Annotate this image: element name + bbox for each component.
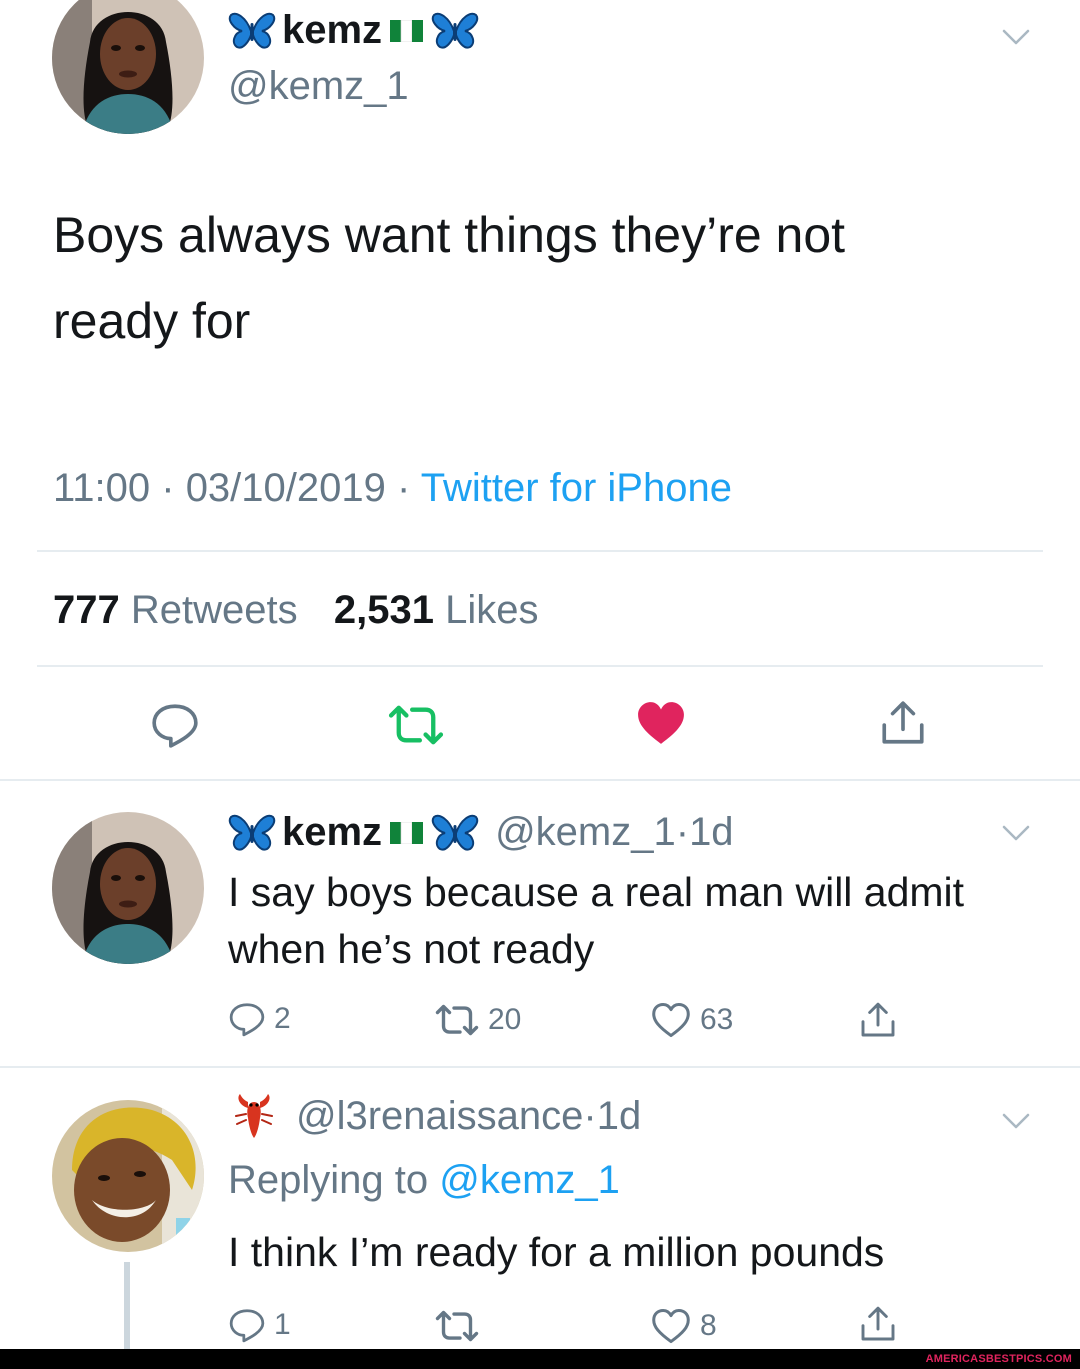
retweet-action[interactable]: 20 [432, 1002, 521, 1038]
reply-action[interactable]: 1 [228, 1306, 291, 1344]
share-icon[interactable] [858, 1304, 898, 1344]
butterfly-icon [228, 11, 276, 51]
tweet-text-line: ready for [53, 293, 251, 349]
tweet-age: 1d [689, 810, 734, 854]
divider [37, 550, 1043, 552]
author-handle: @kemz_1 [495, 810, 676, 854]
reply-count: 1 [274, 1308, 291, 1341]
author-handle[interactable]: @kemz_1 [228, 64, 409, 109]
nigeria-flag-icon [390, 822, 423, 844]
like-label: Likes [445, 588, 539, 632]
like-count: 63 [700, 1003, 734, 1036]
like-count: 2,531 [333, 588, 434, 632]
thread-line [124, 1262, 130, 1349]
retweet-count: 20 [488, 1003, 522, 1036]
tweet-text-line: Boys always want things they’re not [53, 207, 846, 263]
reply-text-line: when he’s not ready [228, 926, 595, 972]
author-handle: @l3renaissance [296, 1093, 584, 1138]
replying-to-label: Replying to [228, 1158, 429, 1202]
divider [0, 1066, 1080, 1068]
share-icon[interactable] [858, 1000, 898, 1040]
retweet-count: 777 [53, 588, 120, 632]
reply-icon [228, 1306, 266, 1344]
author-name-row[interactable]: kemz @kemz_1 · 1d [228, 810, 734, 855]
divider [0, 779, 1080, 781]
retweet-icon [432, 1002, 482, 1038]
author-name-row[interactable]: @l3renaissance · 1d [232, 1092, 641, 1140]
reply-count: 2 [274, 1002, 291, 1035]
heart-icon [650, 1001, 692, 1039]
display-name: kemz [282, 810, 383, 854]
retweet-action[interactable] [432, 1308, 482, 1344]
heart-icon[interactable] [636, 700, 686, 746]
tweet-meta: 11:00 · 03/10/2019 · Twitter for iPhone [53, 466, 732, 510]
lobster-icon [235, 1094, 273, 1138]
reply-text: I think I’m ready for a million pounds [228, 1229, 885, 1275]
avatar[interactable] [52, 1100, 204, 1252]
avatar[interactable] [52, 812, 204, 964]
retweet-icon[interactable] [384, 702, 448, 748]
like-action[interactable]: 8 [650, 1307, 717, 1345]
like-count: 8 [700, 1309, 717, 1342]
reply-text-line: I say boys because a real man will admit [228, 869, 965, 915]
retweets-stat[interactable]: 777 Retweets [53, 588, 298, 632]
butterfly-icon [228, 813, 276, 853]
heart-icon [650, 1307, 692, 1345]
reply-text: I say boys because a real man will admit… [228, 864, 964, 978]
like-action[interactable]: 63 [650, 1001, 733, 1039]
likes-stat[interactable]: 2,531 Likes [334, 588, 539, 632]
retweet-label: Retweets [130, 588, 298, 632]
tweet-date: 03/10/2019 [185, 466, 386, 510]
tweet-source-link[interactable]: Twitter for iPhone [421, 466, 732, 510]
watermark-bar: AMERICASBESTPICS.COM [0, 1349, 1080, 1369]
butterfly-icon [431, 813, 479, 853]
nigeria-flag-icon [390, 20, 423, 42]
share-icon[interactable] [878, 698, 928, 748]
tweet-age: 1d [596, 1093, 642, 1138]
reply-action[interactable]: 2 [228, 1000, 291, 1038]
display-name: kemz [282, 8, 383, 52]
reply-icon[interactable] [150, 700, 200, 750]
replying-to: Replying to @kemz_1 [228, 1158, 620, 1203]
reply-icon [228, 1000, 266, 1038]
author-name-row[interactable]: kemz [228, 8, 479, 53]
watermark-text: AMERICASBESTPICS.COM [925, 1353, 1072, 1365]
tweet-time: 11:00 [53, 466, 151, 510]
replying-to-handle-link[interactable]: @kemz_1 [439, 1158, 620, 1202]
chevron-down-icon[interactable] [1002, 28, 1030, 46]
avatar[interactable] [52, 0, 204, 134]
tweet-text: Boys always want things they’re not read… [53, 192, 845, 364]
chevron-down-icon[interactable] [1002, 824, 1030, 842]
chevron-down-icon[interactable] [1002, 1112, 1030, 1130]
tweet-stats: 777 Retweets 2,531 Likes [53, 588, 539, 633]
butterfly-icon [431, 11, 479, 51]
retweet-icon [432, 1308, 482, 1344]
divider [37, 665, 1043, 667]
